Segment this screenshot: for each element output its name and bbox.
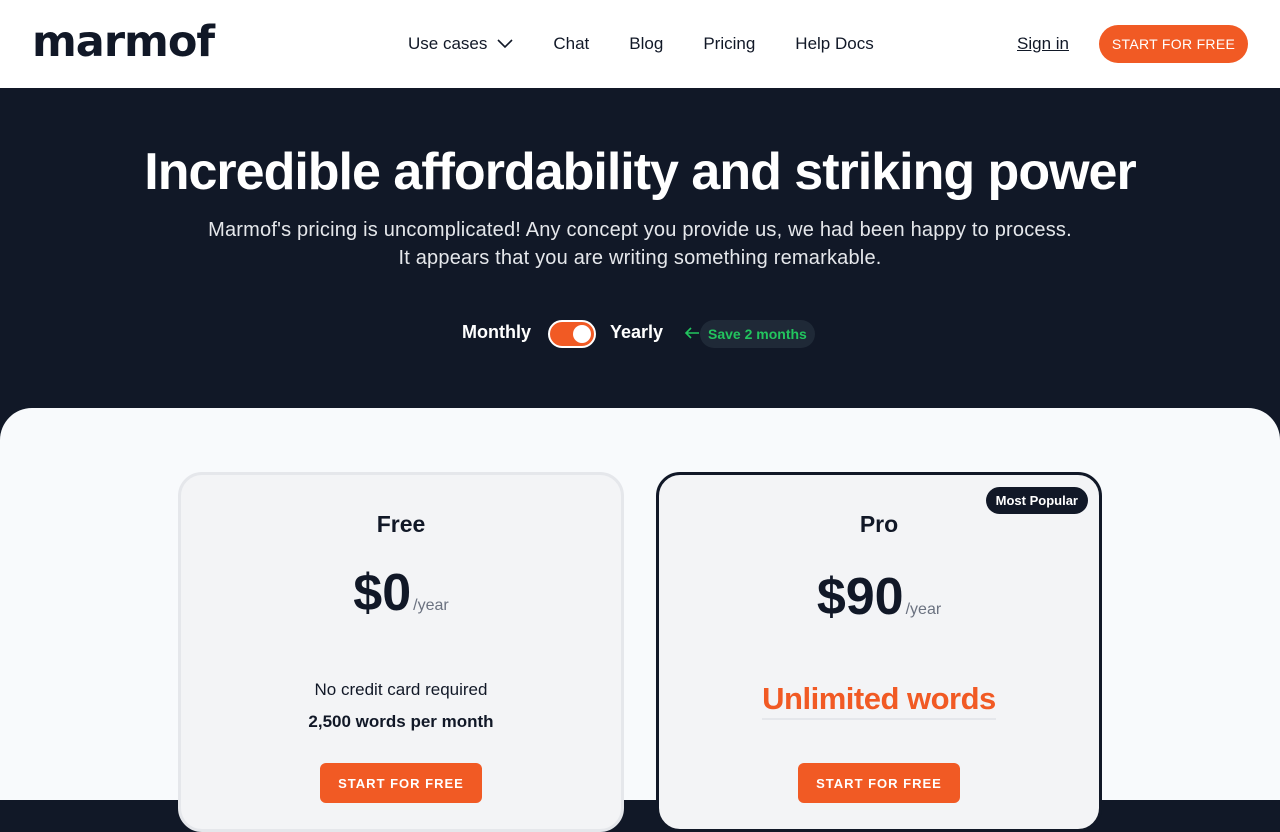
nav-pricing[interactable]: Pricing — [703, 34, 755, 54]
pro-start-button[interactable]: START FOR FREE — [798, 763, 960, 803]
nav-chat[interactable]: Chat — [553, 34, 589, 54]
plan-feature: 2,500 words per month — [308, 712, 494, 731]
toggle-knob — [573, 325, 591, 343]
nav-help-docs[interactable]: Help Docs — [795, 34, 873, 54]
plan-note: No credit card required — [314, 680, 488, 699]
plan-price: $0 — [353, 564, 412, 622]
main-menu: Use cases Chat Blog Pricing Help Docs — [408, 30, 914, 58]
chevron-down-icon — [497, 39, 513, 49]
billing-toggle-row: Monthly Yearly Save 2 months — [0, 320, 1280, 348]
plan-feature-wrap: Unlimited words — [659, 681, 1099, 720]
plan-price-row: $90 /year — [659, 569, 1099, 625]
hero-subtitle-line-2: It appears that you are writing somethin… — [398, 247, 882, 269]
nav-help-docs-label: Help Docs — [795, 34, 874, 53]
hero-section: Incredible affordability and striking po… — [0, 88, 1280, 428]
arrow-left-icon — [684, 327, 699, 339]
nav-use-cases-label: Use cases — [408, 34, 488, 53]
plan-period: /year — [905, 601, 942, 618]
billing-period-toggle[interactable] — [548, 320, 596, 348]
most-popular-badge: Most Popular — [985, 487, 1088, 514]
plan-card-free: Free $0 /year No credit card required 2,… — [178, 472, 624, 832]
free-start-button[interactable]: START FOR FREE — [320, 763, 482, 803]
sign-in-link[interactable]: Sign in — [1017, 34, 1069, 54]
hero-subtitle-line-1: Marmof's pricing is uncomplicated! Any c… — [208, 219, 1072, 241]
top-navigation: marmof Use cases Chat Blog Pricing Help … — [0, 0, 1280, 88]
nav-chat-label: Chat — [553, 34, 590, 53]
nav-blog[interactable]: Blog — [629, 34, 663, 54]
yearly-label[interactable]: Yearly — [610, 322, 663, 343]
save-badge: Save 2 months — [700, 320, 815, 348]
page-title: Incredible affordability and striking po… — [144, 143, 1136, 201]
plan-price-row: $0 /year — [181, 565, 621, 621]
nav-blog-label: Blog — [629, 34, 664, 53]
start-for-free-button[interactable]: START FOR FREE — [1099, 25, 1248, 63]
nav-pricing-label: Pricing — [703, 34, 756, 53]
hero-subtitle: Marmof's pricing is uncomplicated! Any c… — [0, 216, 1280, 272]
plan-price: $90 — [816, 568, 904, 626]
plan-period: /year — [413, 597, 449, 614]
plan-feature: Unlimited words — [762, 681, 996, 720]
nav-use-cases[interactable]: Use cases — [408, 34, 513, 54]
plan-name: Pro — [859, 511, 899, 537]
plan-name: Free — [376, 511, 426, 537]
pricing-section: Free $0 /year No credit card required 2,… — [0, 408, 1280, 832]
logo-text: marmof — [32, 17, 215, 67]
marmof-logo[interactable]: marmof — [32, 17, 215, 67]
monthly-label[interactable]: Monthly — [462, 322, 531, 343]
plan-card-pro: Most Popular Pro $90 /year Unlimited wor… — [656, 472, 1102, 832]
